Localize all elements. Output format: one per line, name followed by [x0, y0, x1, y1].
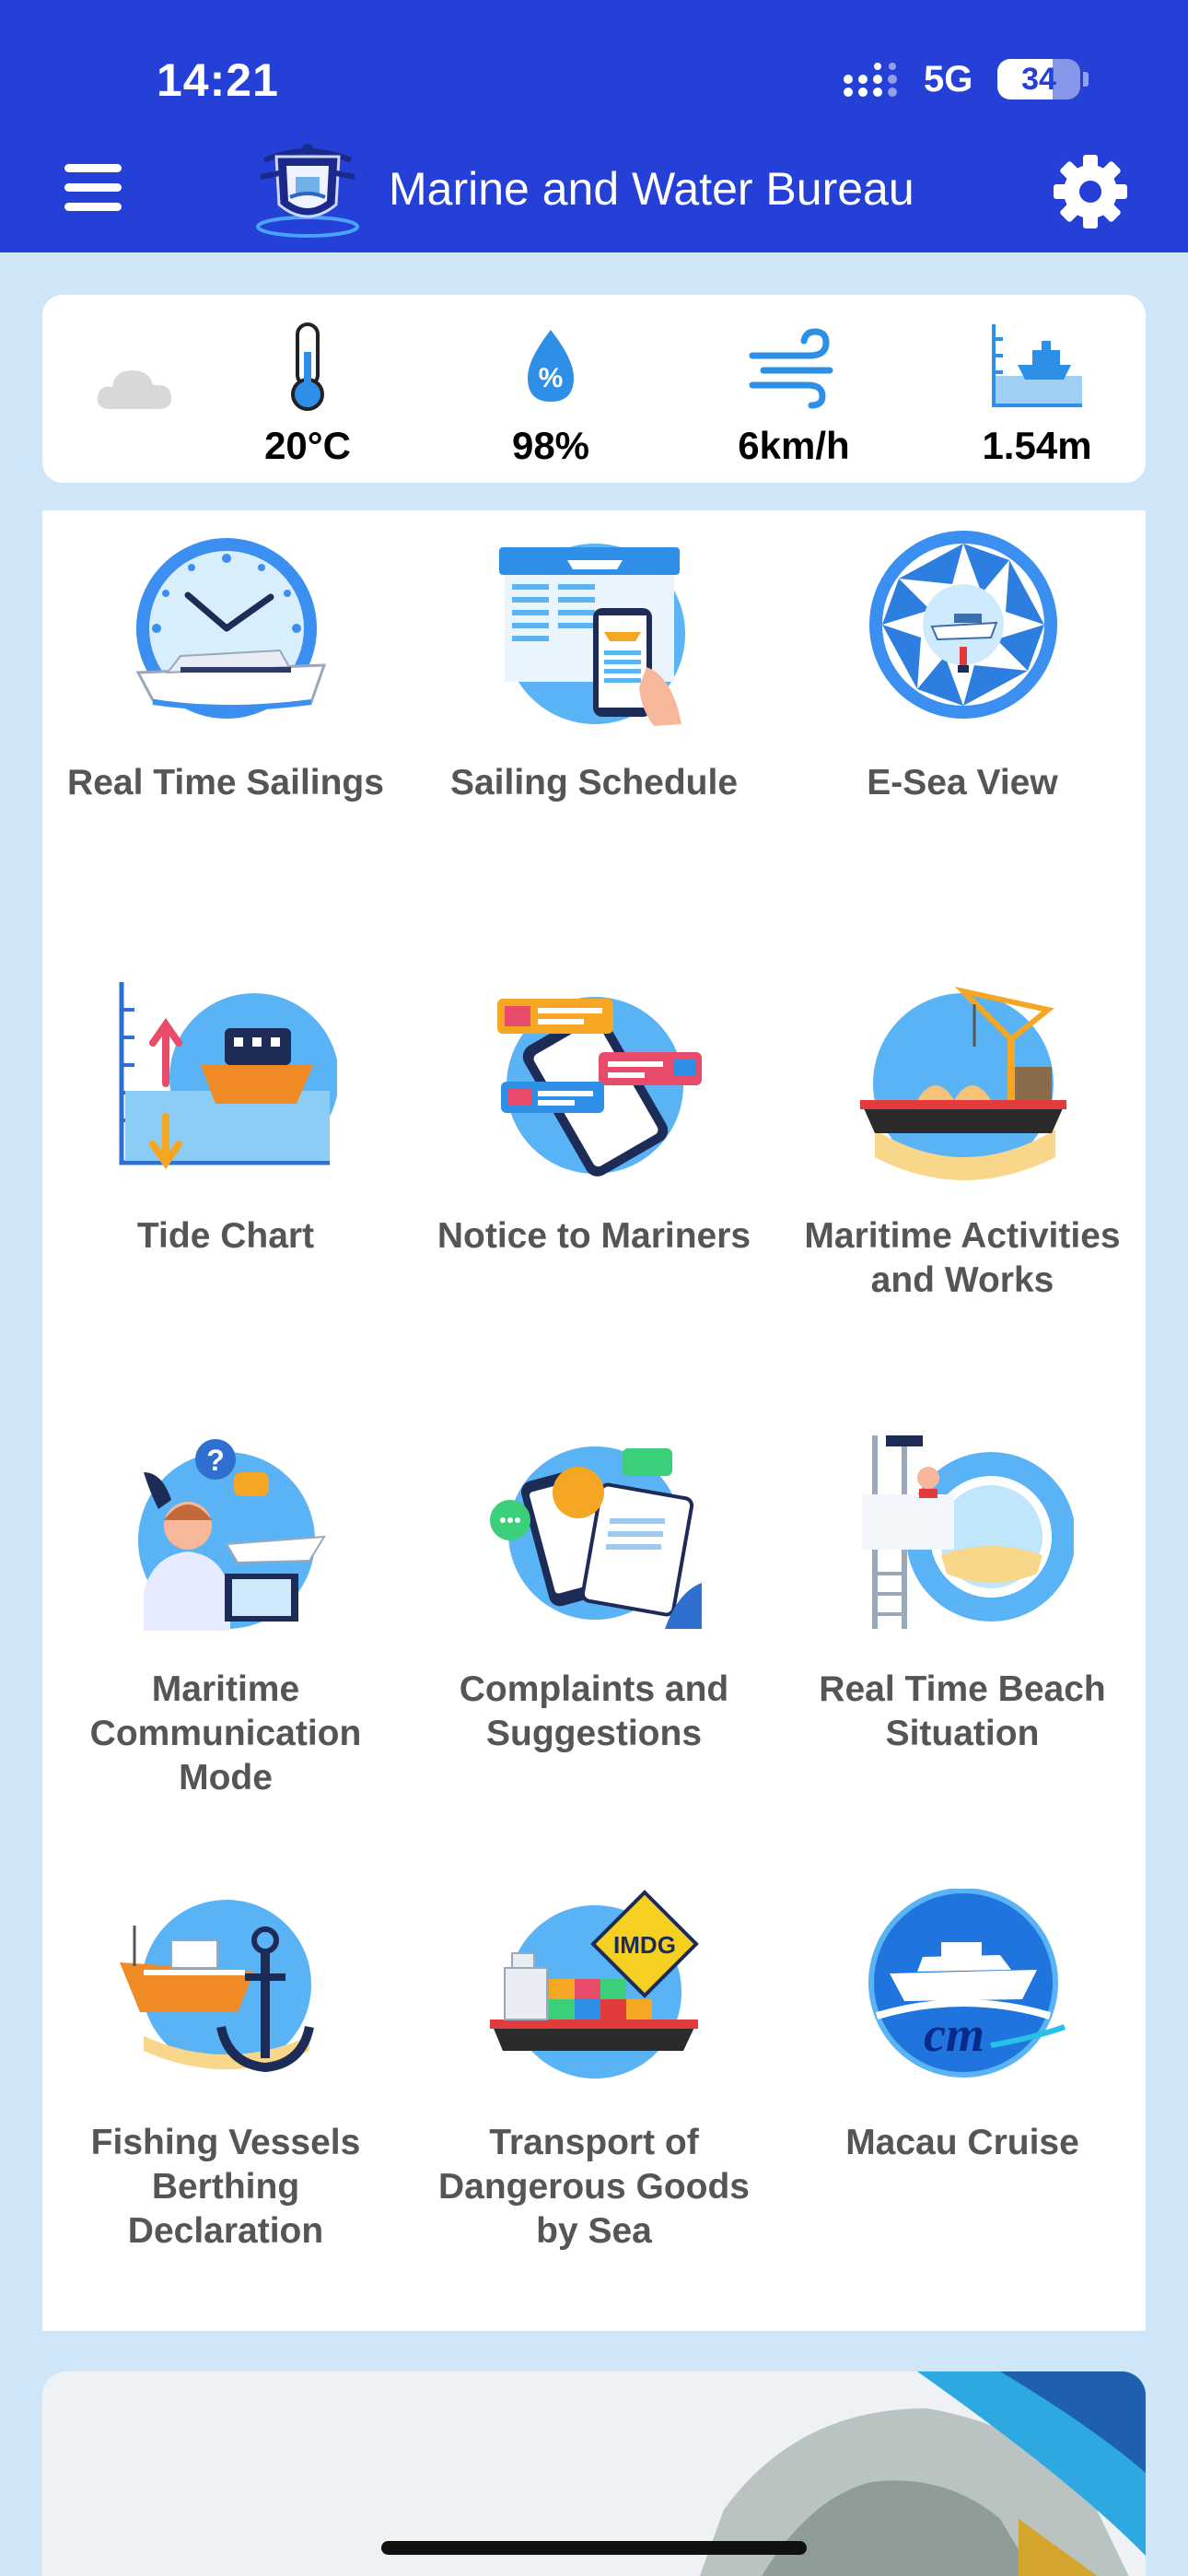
service-complaints-suggestions[interactable]: Complaints and Suggestions — [411, 1417, 777, 1859]
bureau-crest-logo — [256, 144, 359, 238]
cloud-icon — [97, 370, 171, 409]
call-center-icon: ? — [138, 1439, 326, 1631]
service-label: Sailing Schedule — [449, 763, 739, 802]
service-label: E-Sea View — [867, 763, 1058, 802]
wind-value: 6km/h — [738, 424, 850, 467]
wind-item: 6km/h — [683, 295, 904, 483]
battery-nub — [1083, 72, 1089, 87]
app-title: Marine and Water Bureau — [389, 163, 914, 215]
svg-text:%: % — [539, 363, 564, 393]
crane-barge-icon — [860, 986, 1066, 1180]
service-fishing-vessels-berthing[interactable]: Fishing Vessels Berthing Declaration — [42, 1870, 409, 2313]
cellular-signal-icon — [844, 63, 897, 97]
humidity-value: 98% — [511, 424, 590, 467]
service-label: Maritime Communication Mode — [89, 1669, 362, 1797]
service-label: Macau Cruise — [845, 2123, 1079, 2162]
tide-level-icon — [992, 324, 1082, 407]
thermometer-icon — [291, 322, 324, 411]
services-grid: Real Time Sailings Sailing Schedule E-Se… — [42, 510, 1146, 2331]
tide-value: 1.54m — [982, 424, 1092, 467]
weather-card: 20°C % 98% 6km/h 1.54m — [42, 295, 1146, 483]
service-dangerous-goods-transport[interactable]: IMDG Transport of Dangerous Goods by Sea — [411, 1870, 777, 2313]
service-label: Complaints and Suggestions — [459, 1669, 729, 1753]
service-label: Notice to Mariners — [437, 1216, 751, 1256]
lifeguard-tower-icon — [862, 1435, 1074, 1629]
service-maritime-communication-mode[interactable]: ? Maritime Communication Mode — [42, 1417, 409, 1859]
imdg-container-ship-icon: IMDG — [490, 1890, 699, 2078]
service-tide-chart[interactable]: Tide Chart — [42, 964, 409, 1406]
battery-icon: 34 — [997, 59, 1080, 100]
temperature-value: 20°C — [264, 424, 351, 467]
service-maritime-activities-works[interactable]: Maritime Activities and Works — [779, 964, 1146, 1406]
complaint-clipboard-icon — [490, 1446, 702, 1629]
home-indicator[interactable] — [381, 2541, 807, 2555]
notice-phone-icon — [497, 997, 702, 1177]
temperature-item: 20°C — [197, 295, 418, 483]
service-real-time-beach[interactable]: Real Time Beach Situation — [779, 1417, 1146, 1859]
status-time: 14:21 — [157, 54, 279, 106]
service-label: Fishing Vessels Berthing Declaration — [90, 2123, 361, 2251]
camera-shutter-ship-icon — [869, 531, 1057, 719]
svg-text:?: ? — [206, 1444, 225, 1477]
cruise-logo-text: cm — [924, 2007, 984, 2062]
service-label: Tide Chart — [136, 1216, 315, 1256]
humidity-item: % 98% — [440, 295, 661, 483]
hamburger-menu-icon[interactable] — [64, 157, 125, 217]
service-sailing-schedule[interactable]: Sailing Schedule — [411, 510, 777, 953]
ferry-clock-icon — [135, 538, 327, 719]
tide-chart-icon — [119, 982, 337, 1169]
fishing-boat-anchor-icon — [120, 1900, 314, 2073]
tide-item: 1.54m — [926, 295, 1147, 483]
humidity-drop-icon: % — [528, 330, 574, 402]
service-label: Transport of Dangerous Goods by Sea — [437, 2123, 751, 2251]
gear-icon[interactable] — [1053, 154, 1128, 229]
service-label: Maritime Activities and Works — [804, 1216, 1121, 1300]
service-e-sea-view[interactable]: E-Sea View — [779, 510, 1146, 953]
service-label: Real Time Beach Situation — [819, 1669, 1106, 1753]
schedule-phone-icon — [499, 544, 685, 726]
imdg-sign-text: IMDG — [613, 1931, 676, 1959]
service-label: Real Time Sailings — [67, 763, 384, 802]
service-macau-cruise[interactable]: cm Macau Cruise — [779, 1870, 1146, 2313]
battery-level: 34 — [1021, 62, 1056, 97]
wind-icon — [749, 328, 833, 409]
macau-cruise-logo-icon: cm — [868, 1889, 1066, 2078]
network-type: 5G — [924, 59, 973, 100]
service-notice-to-mariners[interactable]: Notice to Mariners — [411, 964, 777, 1406]
service-real-time-sailings[interactable]: Real Time Sailings — [42, 510, 409, 953]
app-header: 14:21 5G 34 Marine and Water Bureau — [0, 0, 1188, 252]
